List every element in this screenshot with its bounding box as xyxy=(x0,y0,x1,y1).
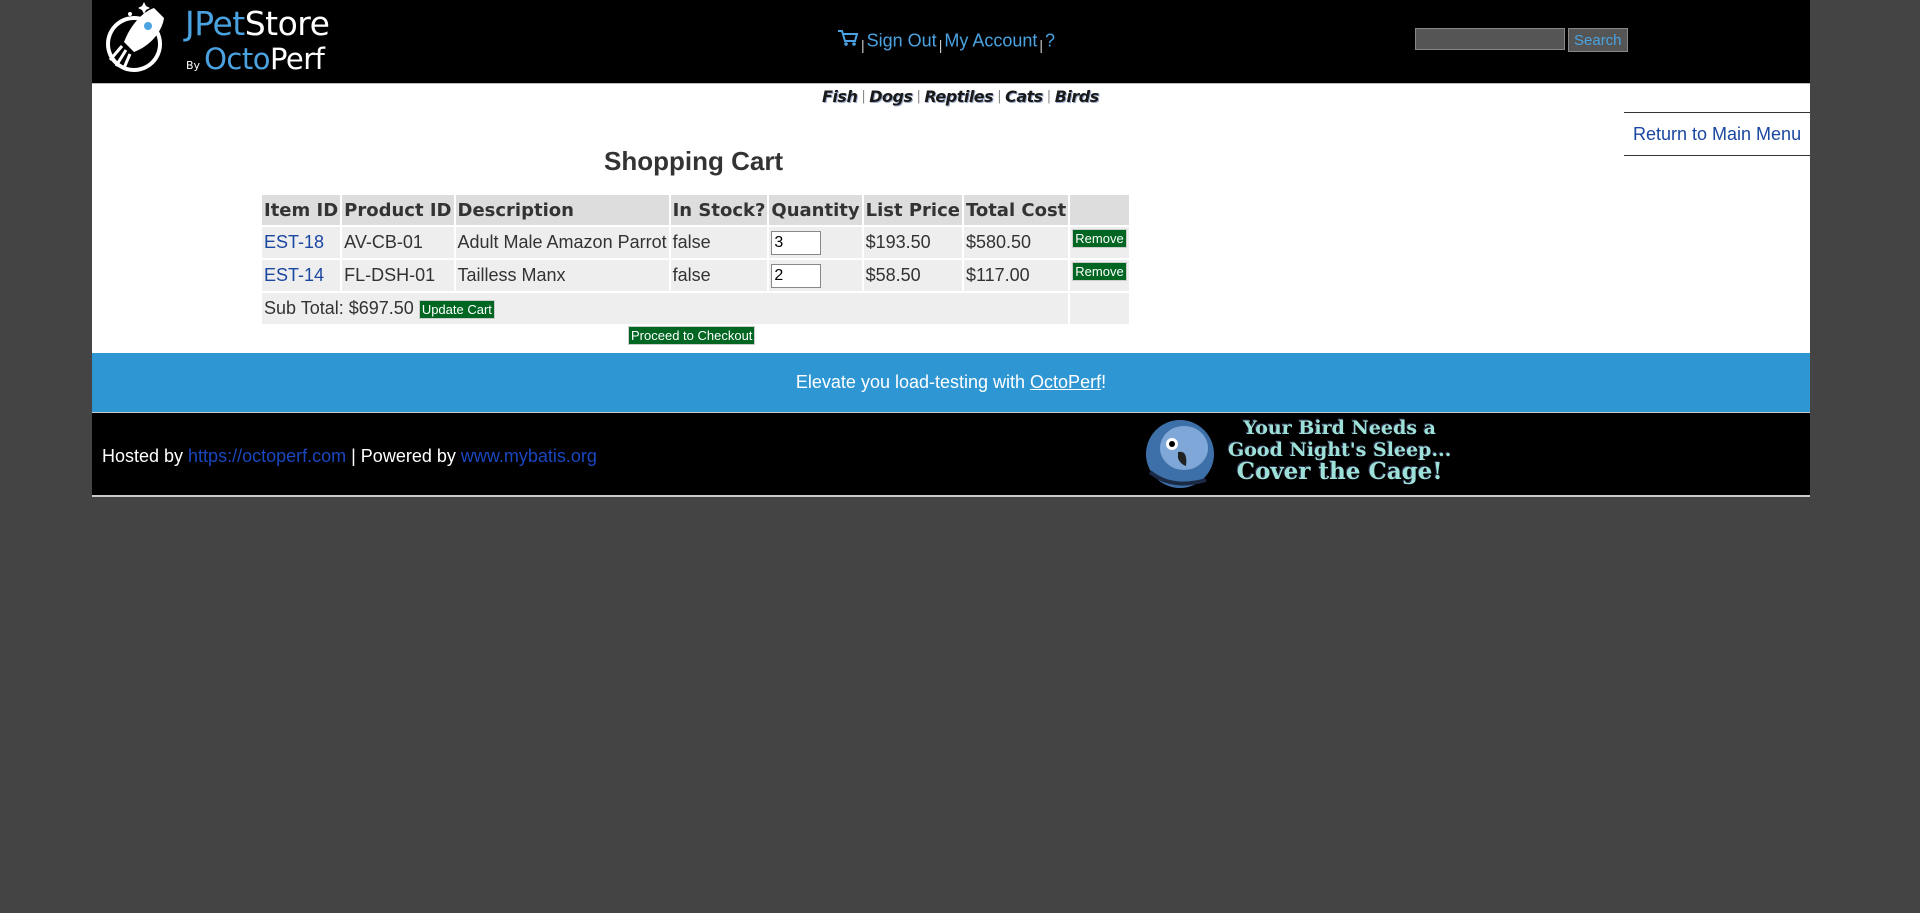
mybatis-link[interactable]: www.mybatis.org xyxy=(461,446,597,466)
update-cart-button[interactable]: Update Cart xyxy=(418,300,495,319)
logo-subtitle: By OctoPerf xyxy=(186,42,325,76)
cart-table: Item ID Product ID Description In Stock?… xyxy=(260,193,1131,326)
column-header: Total Cost xyxy=(963,195,1069,225)
header-menu: | Sign Out | My Account |? xyxy=(837,30,1055,53)
table-row: EST-14 FL-DSH-01 Tailless Manx false $58… xyxy=(262,260,1129,291)
menu-separator: | xyxy=(861,37,865,54)
ad-line: Cover the Cage! xyxy=(1236,458,1443,485)
product-id-cell: AV-CB-01 xyxy=(342,227,454,258)
quantity-input[interactable] xyxy=(771,263,822,288)
column-header: Quantity xyxy=(769,195,862,225)
help-link[interactable]: ? xyxy=(1045,30,1055,50)
quicklink-dogs[interactable]: Dogs xyxy=(869,87,913,106)
proceed-to-checkout-button[interactable]: Proceed to Checkout xyxy=(628,326,756,345)
return-to-main-menu: Return to Main Menu xyxy=(1624,112,1810,156)
jpetstore-logo[interactable]: JPetStore By OctoPerf xyxy=(102,2,330,77)
octoperf-hosted-link[interactable]: https://octoperf.com xyxy=(188,446,346,466)
search-input[interactable] xyxy=(1415,28,1565,50)
column-header: List Price xyxy=(863,195,962,225)
product-id-cell: FL-DSH-01 xyxy=(342,260,454,291)
quicklink-fish[interactable]: Fish xyxy=(822,87,858,106)
parrot-icon xyxy=(1146,420,1214,488)
banner-suffix: ! xyxy=(1101,372,1107,392)
remove-button[interactable]: Remove xyxy=(1072,229,1127,248)
total-cost-cell: $117.00 xyxy=(963,260,1069,291)
remove-cell: Remove xyxy=(1070,227,1129,258)
item-id-link[interactable]: EST-18 xyxy=(264,232,324,252)
menu-separator: | xyxy=(938,37,943,54)
powered-by-text: | Powered by xyxy=(346,446,461,466)
list-price-cell: $58.50 xyxy=(863,260,962,291)
remove-cell: Remove xyxy=(1070,260,1129,291)
search-button[interactable]: Search xyxy=(1568,28,1628,52)
item-id-link[interactable]: EST-14 xyxy=(264,265,324,285)
search-form: Search xyxy=(1415,28,1628,52)
in-stock-cell: false xyxy=(670,260,768,291)
item-id-cell: EST-18 xyxy=(262,227,341,258)
rocket-icon xyxy=(106,2,164,72)
in-stock-cell: false xyxy=(670,227,768,258)
return-to-main-menu-link[interactable]: Return to Main Menu xyxy=(1633,124,1801,145)
quicklink-separator: | xyxy=(916,89,921,104)
ad-line: Your Bird Needs a xyxy=(1243,417,1436,439)
column-header: Product ID xyxy=(342,195,454,225)
column-header: Item ID xyxy=(262,195,341,225)
table-row: EST-18 AV-CB-01 Adult Male Amazon Parrot… xyxy=(262,227,1129,258)
powered-by: Hosted by https://octoperf.com | Powered… xyxy=(102,446,597,467)
quicklink-cats[interactable]: Cats xyxy=(1005,87,1043,106)
octoperf-link[interactable]: OctoPerf xyxy=(1030,372,1101,392)
quicklink-separator: | xyxy=(1046,89,1051,104)
quicklink-reptiles[interactable]: Reptiles xyxy=(924,87,993,106)
page-title: Shopping Cart xyxy=(604,146,784,176)
quicklink-separator: | xyxy=(997,89,1002,104)
empty-cell xyxy=(1070,293,1129,324)
quicklink-separator: | xyxy=(861,89,866,104)
quantity-cell xyxy=(769,260,862,291)
footer: Hosted by https://octoperf.com | Powered… xyxy=(92,413,1810,497)
quick-links: Fish | Dogs | Reptiles | Cats | Birds xyxy=(822,87,1099,106)
logo-title: JPetStore xyxy=(185,4,330,43)
menu-separator: | xyxy=(1039,37,1044,54)
sign-out-link[interactable]: Sign Out xyxy=(867,30,937,50)
hosted-by-text: Hosted by xyxy=(102,446,189,466)
table-header-row: Item ID Product ID Description In Stock?… xyxy=(262,195,1129,225)
subtotal-cell: Sub Total: $697.50 Update Cart xyxy=(262,293,1069,324)
column-header: In Stock? xyxy=(670,195,768,225)
header: JPetStore By OctoPerf | Sign Out | My Accoun… xyxy=(92,0,1810,84)
main-content: Fish | Dogs | Reptiles | Cats | Birds Return to … xyxy=(92,84,1810,353)
subtotal-row: Sub Total: $697.50 Update Cart xyxy=(262,293,1129,324)
column-header xyxy=(1070,195,1129,225)
ad-banner[interactable]: Your Bird Needs a Good Night's Sleep... … xyxy=(1142,414,1462,494)
promo-banner: Elevate you load-testing with OctoPerf! xyxy=(92,353,1810,413)
item-id-cell: EST-14 xyxy=(262,260,341,291)
subtotal-text: Sub Total: $697.50 xyxy=(264,298,414,318)
column-header: Description xyxy=(455,195,669,225)
quicklink-birds[interactable]: Birds xyxy=(1055,87,1100,106)
ad-text: Your Bird Needs a Good Night's Sleep... … xyxy=(1228,417,1451,483)
banner-text: Elevate you load-testing with xyxy=(795,372,1031,392)
list-price-cell: $193.50 xyxy=(863,227,962,258)
description-cell: Adult Male Amazon Parrot xyxy=(455,227,669,258)
description-cell: Tailless Manx xyxy=(455,260,669,291)
quantity-cell xyxy=(769,227,862,258)
my-account-link[interactable]: My Account xyxy=(944,30,1037,50)
cart-icon[interactable] xyxy=(837,29,859,52)
total-cost-cell: $580.50 xyxy=(963,227,1069,258)
remove-button[interactable]: Remove xyxy=(1072,262,1127,281)
quantity-input[interactable] xyxy=(771,230,822,255)
